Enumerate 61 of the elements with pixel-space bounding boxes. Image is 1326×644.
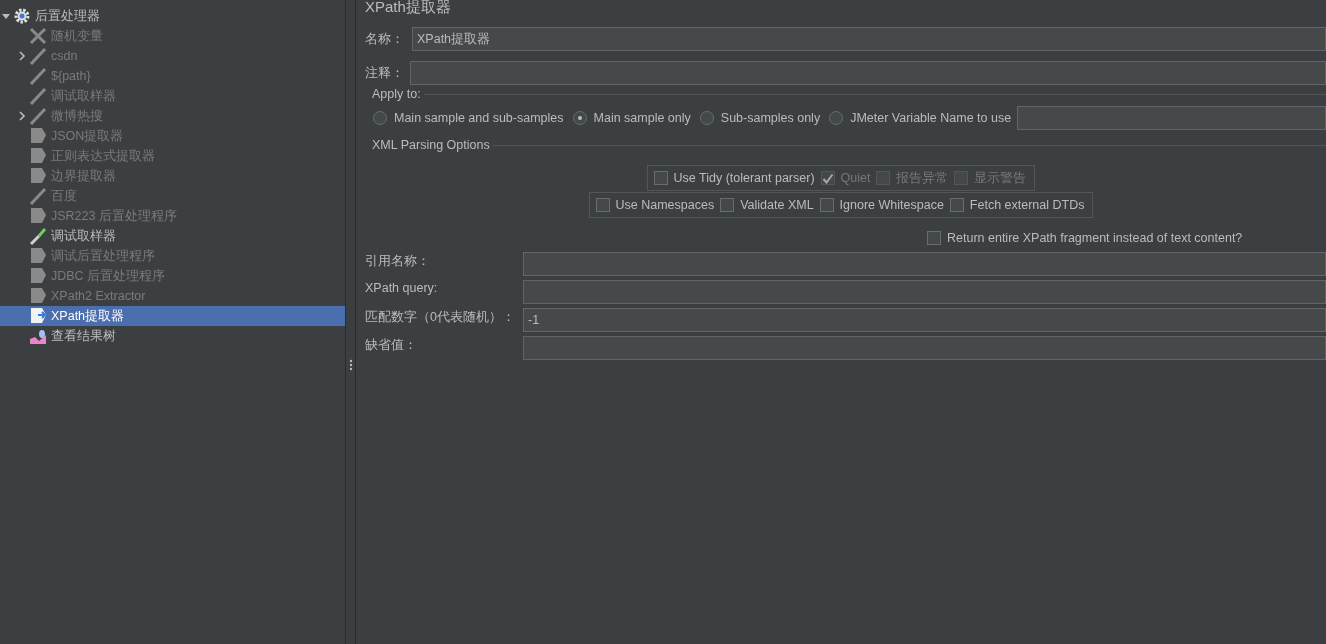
section-title: Apply to: [371,87,422,101]
checkbox[interactable] [653,171,668,185]
text-field[interactable] [410,61,1326,85]
field-label: 注释： [365,64,405,82]
document-arrow-icon [29,287,47,305]
splitter-handle-icon[interactable] [348,359,353,371]
gear-icon [13,7,31,25]
text-field[interactable]: -1 [523,308,1326,332]
checkbox-label[interactable]: Return entire XPath fragment instead of text content? [947,231,1243,245]
selected-tree-row[interactable]: XPath提取器 [0,306,345,326]
document-arrow-icon [29,207,47,225]
text-field[interactable] [523,336,1326,360]
field-label: 引用名称： [365,253,431,270]
panel-title: XPath提取器 [365,0,451,17]
checkbox-label[interactable]: Use Tidy (tolerant parser) [673,171,815,185]
document-arrow-icon [29,147,47,165]
variable-name-field[interactable] [1017,106,1326,130]
tree-item-label[interactable]: 调试取样器 [51,227,116,245]
field-label: 匹配数字（0代表随机）： [365,309,516,326]
document-arrow-icon [29,307,47,325]
pipette-icon [29,227,47,245]
document-arrow-icon [29,247,47,265]
radio-label[interactable]: JMeter Variable Name to use [850,111,1012,125]
radio-button[interactable] [572,111,587,125]
radio-button[interactable] [373,111,387,125]
field-label: 缺省值： [365,337,418,354]
radio-label[interactable]: Main sample and sub-samples [394,111,564,125]
radio-button[interactable] [829,111,844,125]
checkbox[interactable] [949,198,964,212]
checkbox-label[interactable]: Ignore Whitespace [839,198,944,212]
tree-item-label[interactable]: XPath提取器 [51,307,125,325]
document-arrow-icon [29,127,47,145]
field-label: XPath query: [365,280,439,295]
text-field[interactable]: XPath提取器 [412,27,1326,51]
crossed-tools-icon [29,27,47,45]
pipette-icon [29,47,47,65]
expand-arrow-icon[interactable] [1,11,11,21]
checkbox-label[interactable]: Use Namespaces [615,198,715,212]
checkbox[interactable] [720,198,735,212]
section-title: XML Parsing Options [371,138,491,152]
checkbox-label[interactable]: Validate XML [740,198,814,212]
radio-label[interactable]: Sub-samples only [720,111,821,125]
pipette-icon [29,107,47,125]
pipette-icon [29,187,47,205]
pipette-icon [29,87,47,105]
tree-item-label[interactable]: 后置处理器 [35,7,100,25]
checkmark-icon [821,172,834,184]
text-field[interactable] [523,280,1326,304]
chart-icon [29,327,47,345]
field-label: 名称： [365,30,405,48]
checkbox-label[interactable]: Fetch external DTDs [969,198,1085,212]
radio-button[interactable] [699,111,714,125]
document-arrow-icon [29,267,47,285]
text-field[interactable] [523,252,1326,276]
pipette-icon [29,67,47,85]
document-arrow-icon [29,167,47,185]
checkbox[interactable] [927,231,941,245]
radio-label[interactable]: Main sample only [593,111,691,125]
checkbox[interactable] [595,198,610,212]
tree-item-label[interactable]: 查看结果树 [51,327,116,345]
checkbox[interactable] [819,198,834,212]
